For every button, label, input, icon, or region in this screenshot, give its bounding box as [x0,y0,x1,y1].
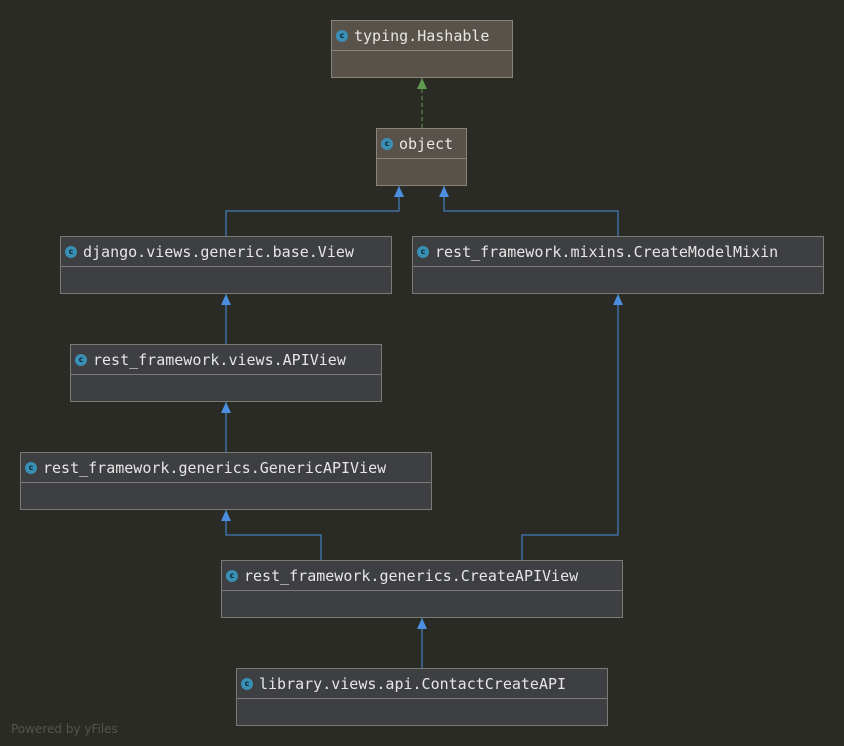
arrowhead-apiview-to-view [221,294,231,305]
class-node-generic-api-view[interactable]: c rest_framework.generics.GenericAPIView [20,452,432,510]
class-name: rest_framework.views.APIView [93,350,346,369]
class-icon: c [381,137,393,150]
class-members-section [237,698,607,725]
class-node-api-view[interactable]: c rest_framework.views.APIView [70,344,382,402]
edge-createmodelmixin-to-object [443,186,619,236]
class-members-section [222,590,622,617]
class-icon: c [336,29,348,42]
class-members-section [61,266,391,293]
class-node-typing-hashable[interactable]: c typing.Hashable [331,20,513,78]
class-name: rest_framework.generics.GenericAPIView [43,458,387,477]
class-members-section [413,266,823,293]
class-name: rest_framework.mixins.CreateModelMixin [435,242,779,261]
class-icon: c [25,461,37,474]
class-members-section [377,158,466,185]
class-members-section [332,50,512,77]
class-members-section [71,374,381,401]
class-name: rest_framework.generics.CreateAPIView [244,566,579,585]
class-name: typing.Hashable [354,26,490,45]
arrowhead-createmodelmixin-to-object [439,186,449,197]
class-node-create-api-view[interactable]: c rest_framework.generics.CreateAPIView [221,560,623,618]
edge-createapiview-to-genericapiview [225,510,322,560]
class-node-create-model-mixin[interactable]: c rest_framework.mixins.CreateModelMixin [412,236,824,294]
class-node-contact-create-api[interactable]: c library.views.api.ContactCreateAPI [236,668,608,726]
class-members-section [21,482,431,509]
arrowhead-genericapiview-to-apiview [221,402,231,413]
class-icon: c [241,677,253,690]
edge-view-to-object [225,186,400,236]
arrowhead-object-to-hashable [417,78,427,89]
arrowhead-createapiview-to-genericapiview [221,510,231,521]
class-icon: c [226,569,238,582]
edge-createapiview-to-createmodelmixin [521,294,619,560]
class-name: library.views.api.ContactCreateAPI [259,674,567,693]
powered-by-footer: Powered by yFiles [11,722,118,736]
class-icon: c [65,245,77,258]
class-node-object[interactable]: c object [376,128,467,186]
class-node-django-view[interactable]: c django.views.generic.base.View [60,236,392,294]
class-name: django.views.generic.base.View [83,242,354,261]
class-icon: c [75,353,87,366]
class-name: object [399,134,454,153]
arrowhead-view-to-object [394,186,404,197]
arrowhead-contactcreateapi-to-createapiview [417,618,427,629]
arrowhead-createapiview-to-createmodelmixin [613,294,623,305]
class-icon: c [417,245,429,258]
